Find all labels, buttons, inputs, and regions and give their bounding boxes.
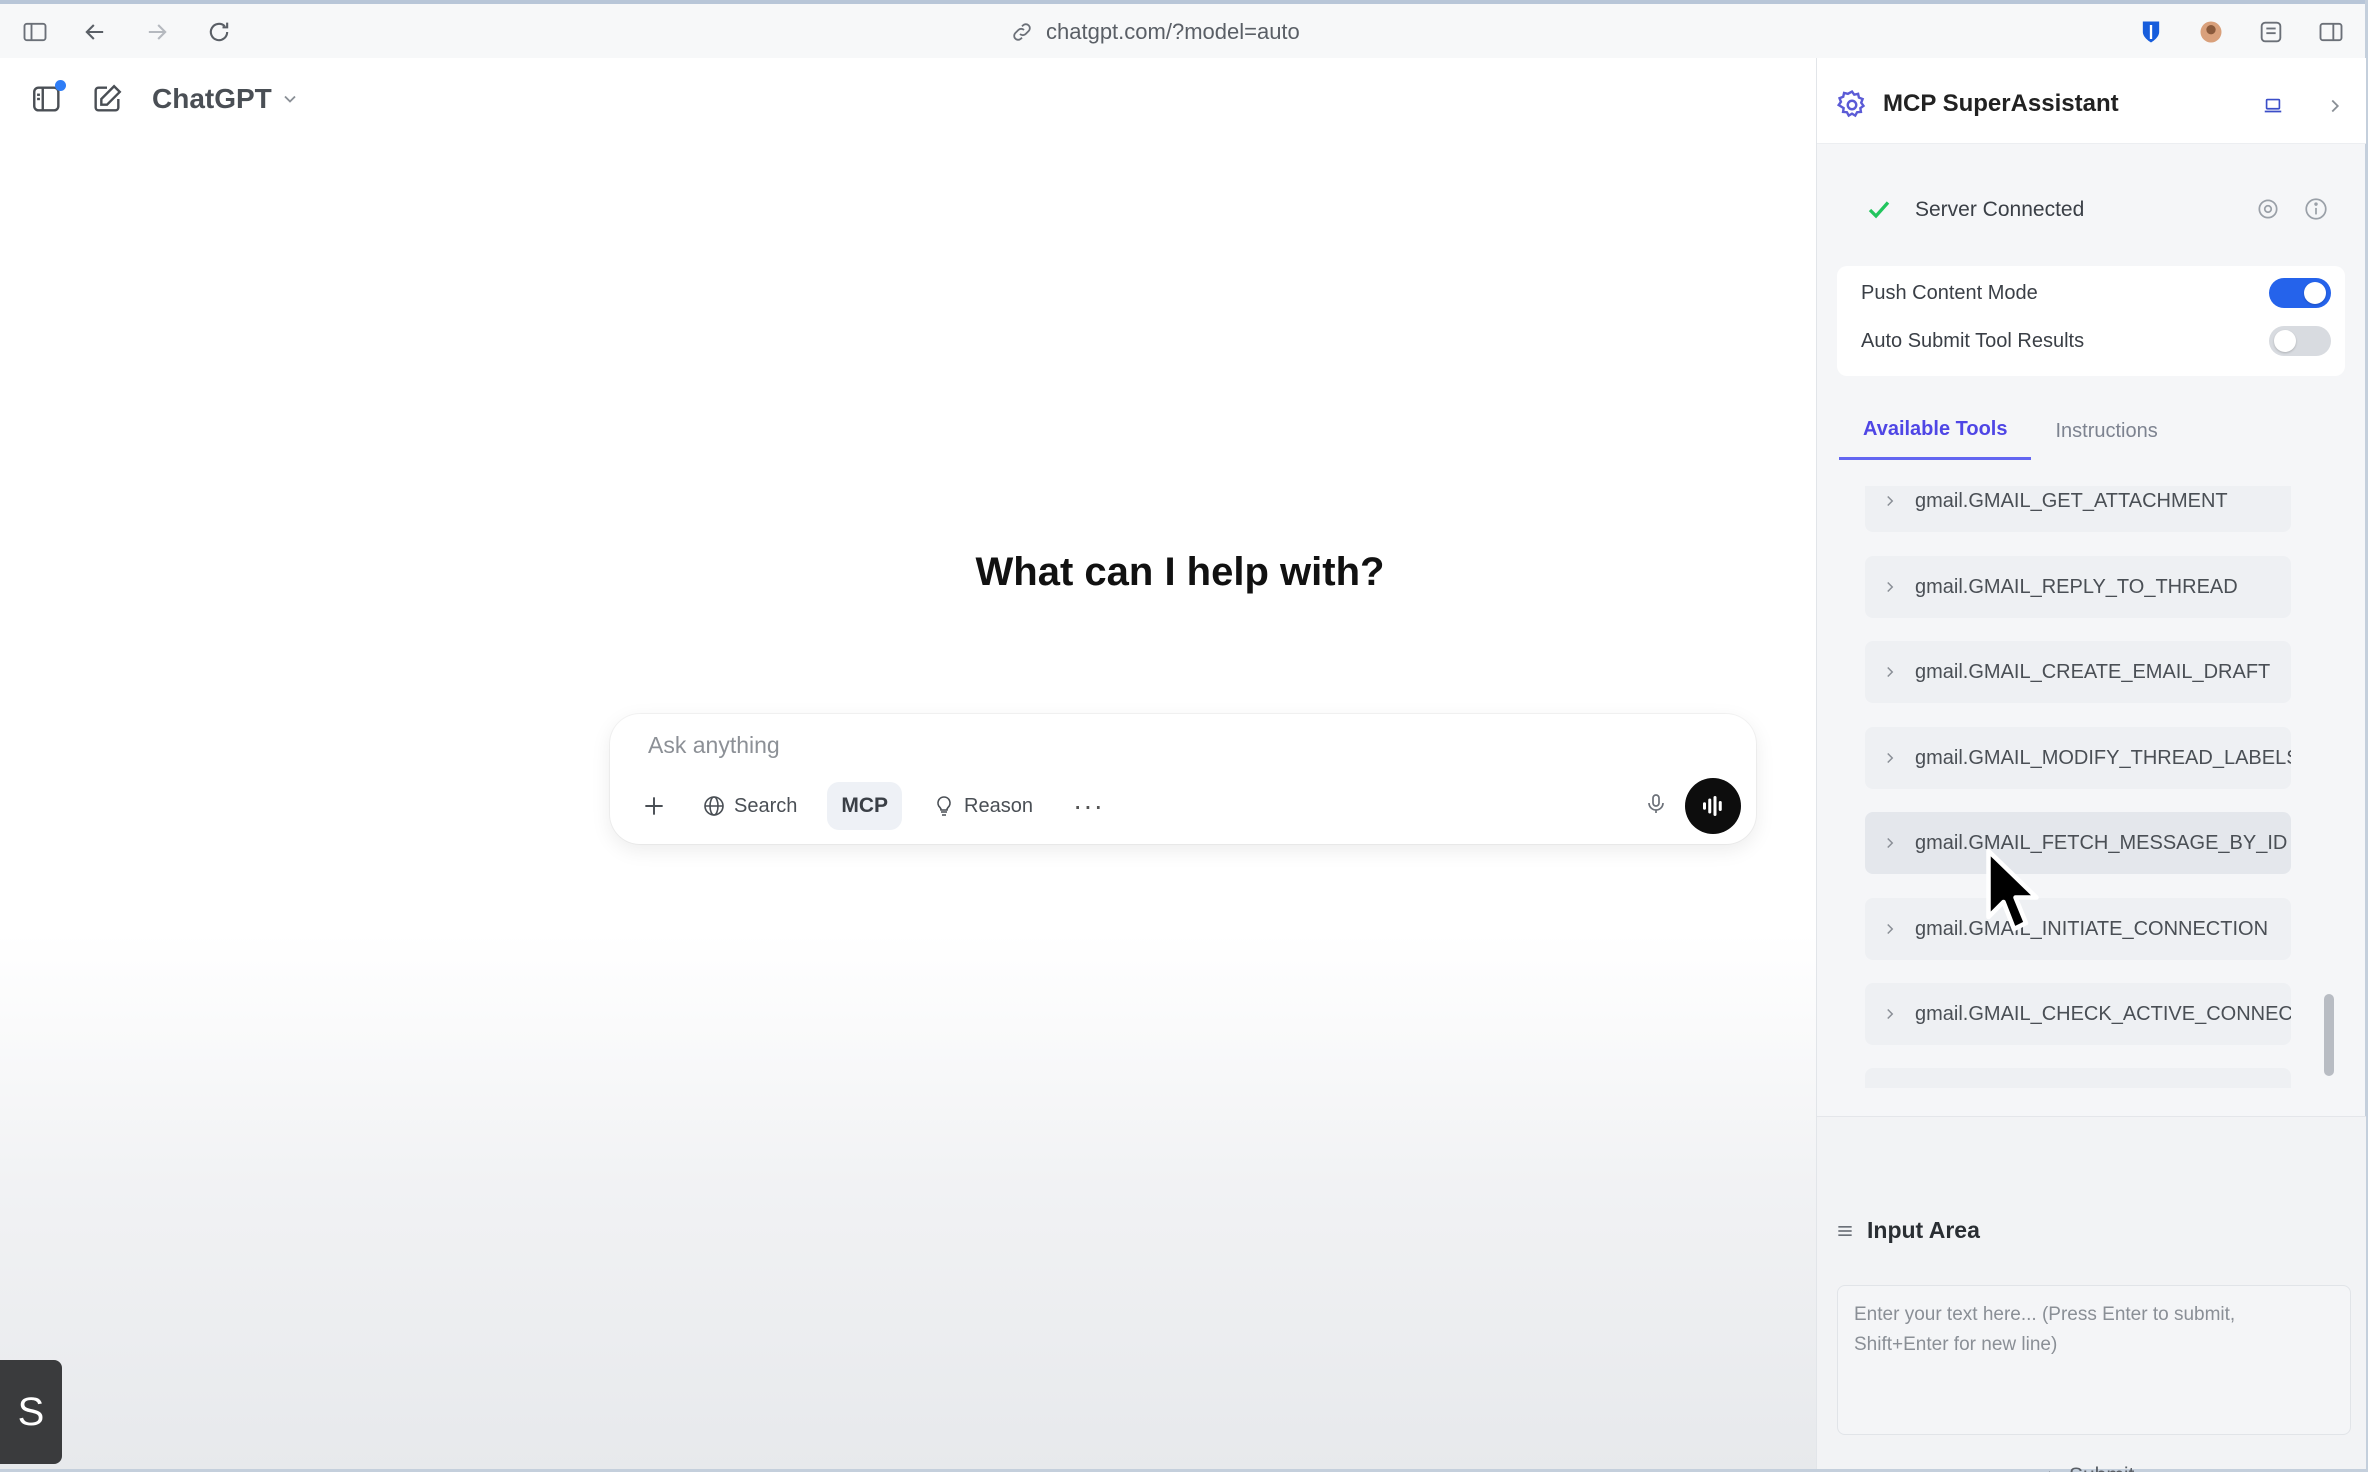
- input-area-textarea[interactable]: [1837, 1285, 2351, 1435]
- tool-item[interactable]: gmail.GMAIL_GET_ATTACHMENT: [1865, 486, 2291, 532]
- input-area-heading: Input Area: [1835, 1217, 1980, 1244]
- tool-name: gmail.GMAIL_GET_ATTACHMENT: [1915, 489, 2228, 512]
- search-label: Search: [734, 794, 798, 817]
- tool-name: gmail.GMAIL_MODIFY_THREAD_LABELS: [1915, 746, 2291, 769]
- sidebar-title: MCP SuperAssistant: [1883, 90, 2119, 117]
- chevron-right-icon: [1887, 752, 1894, 764]
- tool-list-scroll-thumb[interactable]: [2324, 994, 2334, 1076]
- link-icon: [1013, 23, 1031, 41]
- browser-toolbar: chatgpt.com/?model=auto: [0, 4, 2365, 58]
- input-area: Input Area Submit: [1817, 1116, 2366, 1472]
- overlay-badge[interactable]: S: [0, 1360, 62, 1464]
- attach-button[interactable]: [636, 788, 672, 824]
- compose-icon: [94, 84, 122, 112]
- settings-gear-icon[interactable]: [2255, 196, 2281, 222]
- mode-toggles: Push Content Mode Auto Submit Tool Resul…: [1837, 266, 2345, 376]
- chevron-right-icon: [2049, 1471, 2051, 1472]
- reason-button[interactable]: Reason: [916, 782, 1049, 830]
- voice-mode-button[interactable]: [1685, 778, 1741, 834]
- microphone-icon: [1648, 794, 1664, 813]
- forward-arrow-icon[interactable]: [142, 17, 172, 47]
- mcp-button[interactable]: MCP: [827, 782, 903, 830]
- push-content-mode-toggle[interactable]: [2269, 278, 2331, 308]
- tool-name: gmail.GMAIL_INITIATE_CONNECTION: [1915, 917, 2269, 940]
- chevron-right-icon: [1887, 1008, 1894, 1020]
- notification-dot: [55, 80, 66, 91]
- waveform-icon: [1703, 796, 1722, 816]
- chat-header: ChatGPT: [26, 78, 300, 120]
- extension-avatar-icon[interactable]: [2196, 17, 2226, 47]
- push-content-mode-row: Push Content Mode: [1861, 278, 2331, 308]
- tool-item[interactable]: gmail.GMAIL_CREATE_EMAIL_DRAFT: [1865, 641, 2291, 703]
- toggle-knob: [2304, 282, 2326, 304]
- chevron-right-icon: [1887, 581, 1894, 593]
- composer-input[interactable]: Ask anything: [648, 732, 780, 759]
- laptop-icon: [2264, 98, 2282, 113]
- reload-icon[interactable]: [204, 17, 234, 47]
- tab-instructions[interactable]: Instructions: [2031, 402, 2181, 460]
- sidebar-tabs: Available Tools Instructions: [1839, 402, 2345, 462]
- tool-name: gmail.GMAIL_REPLY_TO_THREAD: [1915, 575, 2238, 598]
- server-status: Server Connected: [1839, 162, 2345, 258]
- globe-icon: [704, 796, 724, 816]
- input-area-title: Input Area: [1867, 1217, 1980, 1243]
- address-bar[interactable]: chatgpt.com/?model=auto: [1010, 18, 1300, 46]
- sidebar-toggle-icon[interactable]: [20, 17, 50, 47]
- tool-name: gmail.GMAIL_CREATE_EMAIL_DRAFT: [1915, 660, 2271, 683]
- gear-logo-icon: [1836, 89, 1866, 118]
- auto-submit-toggle[interactable]: [2269, 326, 2331, 356]
- more-icon: ···: [1072, 790, 1104, 821]
- tool-item[interactable]: gmail.GMAIL_MODIFY_THREAD_LABELS: [1865, 727, 2291, 789]
- tool-item[interactable]: gmail.GMAIL_INITIATE_CONNECTION: [1865, 898, 2291, 960]
- model-name: ChatGPT: [152, 83, 272, 114]
- chevron-right-icon: [1887, 837, 1894, 849]
- toggle-label: Push Content Mode: [1861, 281, 2038, 304]
- reader-list-icon[interactable]: [2256, 17, 2286, 47]
- lightbulb-icon: [937, 796, 951, 816]
- mcp-sidebar: MCP SuperAssistant Server Connected Push…: [1816, 58, 2366, 1472]
- tool-item[interactable]: gmail.GMAIL_REPLY_TO_THREAD: [1865, 556, 2291, 618]
- submit-button[interactable]: Submit: [2043, 1464, 2134, 1472]
- chevron-right-icon: [1887, 666, 1894, 678]
- chevron-right-icon: [2331, 99, 2340, 113]
- new-chat-button[interactable]: [86, 78, 128, 120]
- tool-list: gmail.GMAIL_GET_ATTACHMENT gmail.GMAIL_R…: [1839, 486, 2339, 1088]
- model-selector[interactable]: ChatGPT: [152, 83, 300, 115]
- sidebar-header: MCP SuperAssistant: [1817, 58, 2366, 144]
- tool-name: gmail.GMAIL_FETCH_MESSAGE_BY_ID: [1915, 831, 2288, 854]
- auto-submit-row: Auto Submit Tool Results: [1861, 326, 2331, 356]
- minimize-sidebar-button[interactable]: [2251, 84, 2295, 128]
- toggle-knob: [2274, 330, 2296, 352]
- split-view-icon[interactable]: [2316, 17, 2346, 47]
- tool-item[interactable]: [1865, 1068, 2291, 1088]
- chat-composer[interactable]: Ask anything Search MCP Reason ···: [610, 714, 1756, 844]
- bitwarden-shield-icon[interactable]: [2136, 17, 2166, 47]
- dictate-button[interactable]: [1638, 786, 1674, 822]
- back-arrow-icon[interactable]: [80, 17, 110, 47]
- tool-item[interactable]: gmail.GMAIL_CHECK_ACTIVE_CONNECTION: [1865, 983, 2291, 1045]
- reason-label: Reason: [964, 794, 1033, 817]
- status-text: Server Connected: [1915, 198, 2085, 221]
- tab-available-tools[interactable]: Available Tools: [1839, 402, 2032, 460]
- collapse-sidebar-button[interactable]: [2313, 84, 2357, 128]
- tool-item[interactable]: gmail.GMAIL_FETCH_MESSAGE_BY_ID: [1865, 812, 2291, 874]
- chevron-down-icon: [284, 95, 296, 103]
- plus-icon: [645, 797, 663, 815]
- mcp-label: MCP: [841, 794, 889, 817]
- check-icon: [1868, 201, 1890, 219]
- more-options-button[interactable]: ···: [1063, 782, 1114, 830]
- chevron-right-icon: [1887, 495, 1894, 507]
- toggle-label: Auto Submit Tool Results: [1861, 329, 2085, 352]
- menu-lines-icon: [1838, 1225, 1852, 1236]
- url-text: chatgpt.com/?model=auto: [1046, 19, 1300, 44]
- tool-name: gmail.GMAIL_CHECK_ACTIVE_CONNECTION: [1915, 1002, 2291, 1025]
- search-button[interactable]: Search: [686, 782, 813, 830]
- composer-toolbar: Search MCP Reason ···: [636, 780, 1114, 832]
- chat-main: ChatGPT What can I help with? Ask anythi…: [0, 58, 1816, 1469]
- submit-label: Submit: [2069, 1464, 2134, 1472]
- chevron-right-icon: [1887, 923, 1894, 935]
- page-headline: What can I help with?: [975, 550, 1385, 594]
- open-sidebar-button[interactable]: [26, 78, 68, 120]
- info-icon[interactable]: [2303, 196, 2329, 222]
